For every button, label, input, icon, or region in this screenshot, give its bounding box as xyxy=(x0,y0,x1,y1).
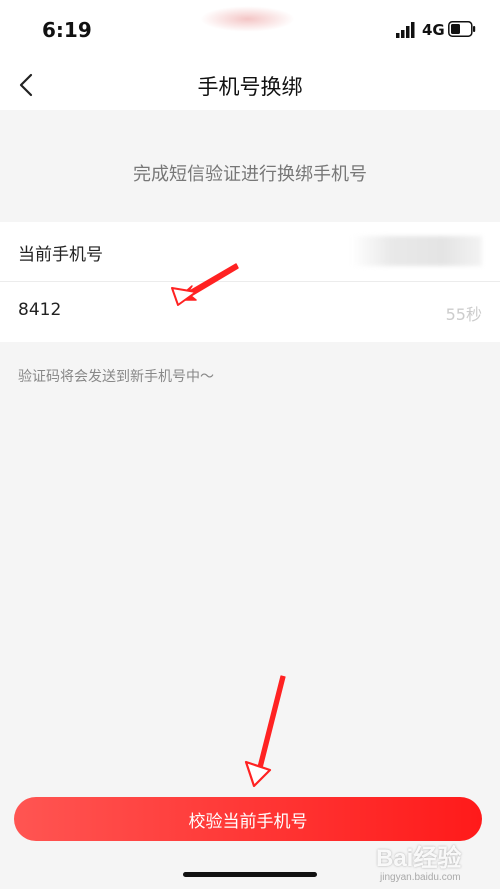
sms-note: 验证码将会发送到新手机号中～ xyxy=(18,369,214,385)
watermark: Bai经验 jingyan.baidu.com xyxy=(376,838,496,886)
nav-bar: 手机号换绑 xyxy=(0,60,500,110)
status-bar: 6:19 4G xyxy=(0,0,500,60)
masked-phone-number xyxy=(352,236,482,266)
status-notification-blur xyxy=(200,6,295,32)
hint-area: 完成短信验证进行换绑手机号 xyxy=(0,110,500,222)
watermark-url: jingyan.baidu.com xyxy=(380,872,461,883)
home-indicator[interactable] xyxy=(183,872,317,877)
page-title: 手机号换绑 xyxy=(197,75,303,99)
code-row: 55秒 xyxy=(0,282,500,342)
hint-text: 完成短信验证进行换绑手机号 xyxy=(133,164,367,185)
signal-icon xyxy=(396,22,415,38)
verification-form: 当前手机号 55秒 xyxy=(0,222,500,342)
current-phone-row: 当前手机号 xyxy=(0,222,500,282)
verification-code-input[interactable] xyxy=(18,300,378,320)
annotation-arrow-button xyxy=(244,675,286,788)
watermark-logo: Bai经验 xyxy=(376,845,462,872)
battery-icon xyxy=(448,21,476,37)
current-phone-label: 当前手机号 xyxy=(18,245,103,265)
network-type: 4G xyxy=(422,21,445,39)
status-time: 6:19 xyxy=(42,18,92,42)
resend-countdown: 55秒 xyxy=(445,305,482,324)
verify-current-phone-button[interactable]: 校验当前手机号 xyxy=(14,797,482,841)
